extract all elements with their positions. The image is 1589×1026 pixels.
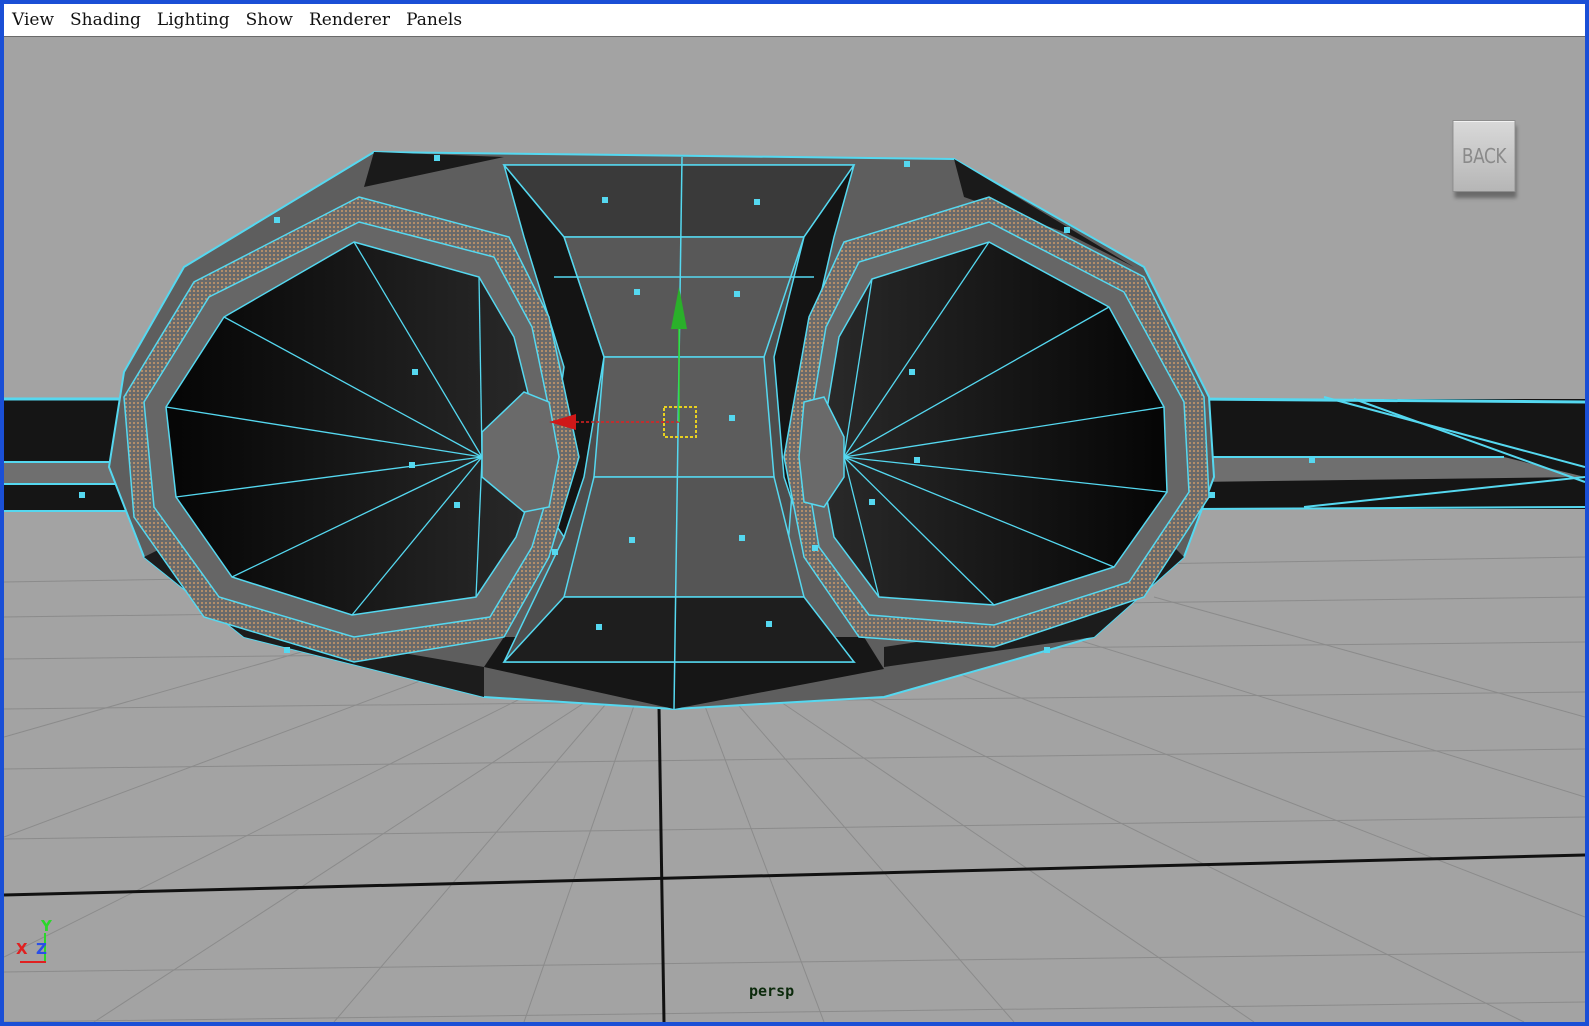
axis-gizmo-icon: Y X Z: [16, 917, 60, 969]
menu-shading[interactable]: Shading: [62, 10, 149, 30]
grid-axis-lines: [4, 706, 1585, 1022]
axis-x-label: X: [16, 940, 28, 958]
menu-show[interactable]: Show: [238, 10, 301, 30]
right-intake[interactable]: [783, 196, 1210, 648]
menu-view[interactable]: View: [4, 10, 62, 30]
axis-x-line: [20, 961, 46, 963]
menu-renderer[interactable]: Renderer: [301, 10, 398, 30]
viewport-panel: View Shading Lighting Show Renderer Pane…: [4, 4, 1585, 1022]
scene-canvas[interactable]: [4, 37, 1585, 1022]
camera-name-label: persp: [749, 982, 795, 1000]
panel-menubar: View Shading Lighting Show Renderer Pane…: [4, 4, 1585, 37]
3d-viewport[interactable]: BACK Y X Z persp: [4, 37, 1585, 1022]
back-button[interactable]: BACK: [1452, 120, 1516, 192]
axis-z-label: Z: [36, 940, 47, 958]
menu-panels[interactable]: Panels: [398, 10, 470, 30]
menu-lighting[interactable]: Lighting: [149, 10, 238, 30]
wing-right[interactable]: [1193, 396, 1585, 510]
axis-y-label: Y: [41, 917, 52, 935]
